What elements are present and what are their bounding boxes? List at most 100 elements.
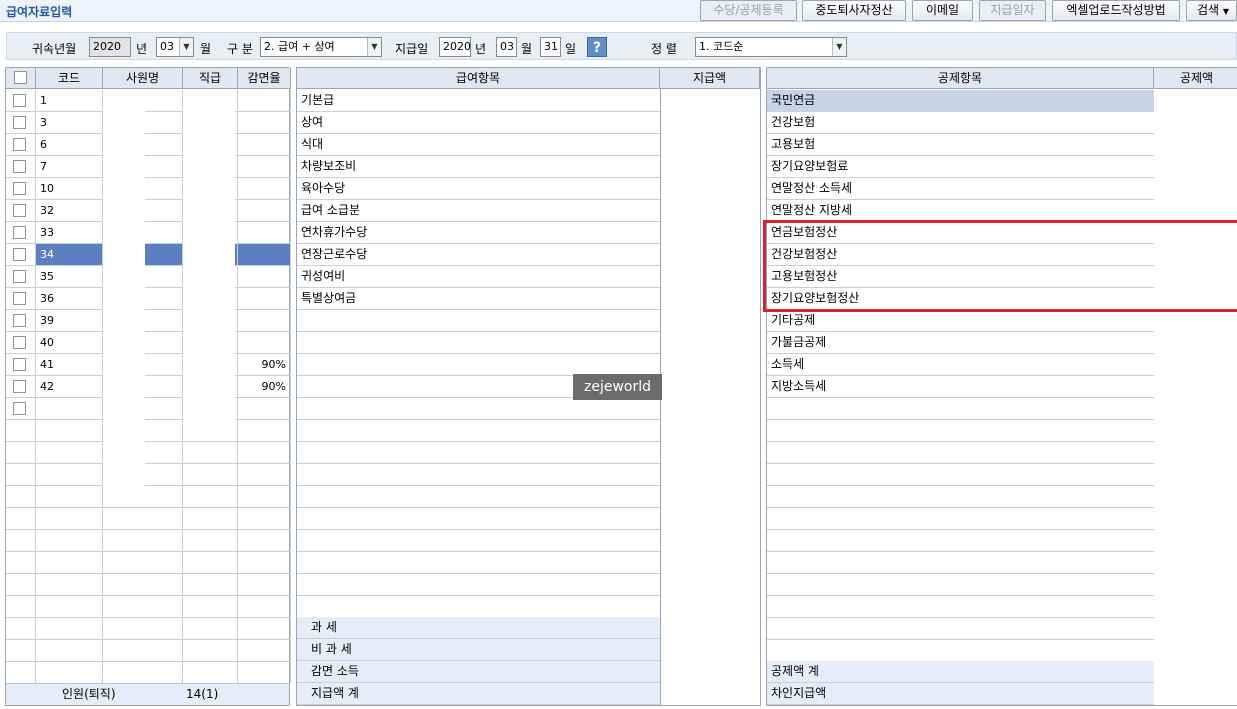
deduction-item[interactable]: 고용보험 xyxy=(767,134,1154,156)
pay-item[interactable]: 육아수당 xyxy=(297,178,660,200)
cell-rate[interactable] xyxy=(238,398,291,419)
row-checkbox-cell[interactable] xyxy=(6,156,36,177)
row-checkbox-cell[interactable] xyxy=(6,112,36,133)
employee-row[interactable]: 3 xyxy=(6,112,291,134)
cell-code[interactable]: 35 xyxy=(36,266,103,287)
row-checkbox-cell[interactable] xyxy=(6,398,36,419)
row-checkbox-cell[interactable] xyxy=(6,222,36,243)
row-checkbox[interactable] xyxy=(13,94,26,107)
cell-code[interactable]: 7 xyxy=(36,156,103,177)
row-checkbox[interactable] xyxy=(13,182,26,195)
cell-rate[interactable] xyxy=(238,90,291,111)
cell-code[interactable]: 40 xyxy=(36,332,103,353)
cell-rate[interactable] xyxy=(238,266,291,287)
cell-rate[interactable] xyxy=(238,156,291,177)
cell-code[interactable]: 6 xyxy=(36,134,103,155)
row-checkbox-cell[interactable] xyxy=(6,354,36,375)
sort-select[interactable]: 1. 코드순 ▼ xyxy=(695,37,847,57)
email-button[interactable]: 이메일 xyxy=(912,0,973,21)
header-pay-amount[interactable]: 지급액 xyxy=(660,68,760,89)
row-checkbox-cell[interactable] xyxy=(6,134,36,155)
help-icon[interactable]: ? xyxy=(587,37,607,57)
cell-rate[interactable] xyxy=(238,332,291,353)
row-checkbox[interactable] xyxy=(13,358,26,371)
row-checkbox[interactable] xyxy=(13,248,26,261)
pay-month-field[interactable]: 03 xyxy=(496,37,517,57)
pay-date-button[interactable]: 지급일자 xyxy=(979,0,1046,21)
employee-row[interactable]: 32 xyxy=(6,200,291,222)
employee-row[interactable]: 40 xyxy=(6,332,291,354)
deduction-item[interactable]: 건강보험 xyxy=(767,112,1154,134)
employee-row[interactable]: 1 xyxy=(6,90,291,112)
row-checkbox[interactable] xyxy=(13,402,26,415)
pay-item[interactable]: 연장근로수당 xyxy=(297,244,660,266)
cell-rate[interactable] xyxy=(238,178,291,199)
employee-row[interactable]: 10 xyxy=(6,178,291,200)
deduction-item[interactable]: 소득세 xyxy=(767,354,1154,376)
cell-code[interactable]: 3 xyxy=(36,112,103,133)
employee-row[interactable]: 34(중도퇴 xyxy=(6,244,291,266)
cell-rate[interactable] xyxy=(238,310,291,331)
cell-code[interactable]: 39 xyxy=(36,310,103,331)
cell-code[interactable]: 42 xyxy=(36,376,103,397)
pay-item[interactable]: 식대 xyxy=(297,134,660,156)
year-field[interactable]: 2020 xyxy=(89,37,131,57)
cell-rate[interactable] xyxy=(238,244,291,265)
cell-code[interactable]: 36 xyxy=(36,288,103,309)
pay-item[interactable]: 급여 소급분 xyxy=(297,200,660,222)
employee-row[interactable]: 33 xyxy=(6,222,291,244)
employee-row[interactable]: 35 xyxy=(6,266,291,288)
row-checkbox-cell[interactable] xyxy=(6,200,36,221)
cell-rate[interactable] xyxy=(238,288,291,309)
header-deduction-item[interactable]: 공제항목 xyxy=(767,68,1154,89)
row-checkbox[interactable] xyxy=(13,204,26,217)
employee-row[interactable]: 36 xyxy=(6,288,291,310)
select-all-checkbox[interactable] xyxy=(14,71,27,84)
row-checkbox[interactable] xyxy=(13,138,26,151)
deduction-item[interactable]: 연말정산 지방세 xyxy=(767,200,1154,222)
employee-row[interactable]: 41 90% xyxy=(6,354,291,376)
cell-code[interactable]: 1 xyxy=(36,90,103,111)
header-code[interactable]: 코드 xyxy=(36,68,103,89)
cell-code[interactable]: 33 xyxy=(36,222,103,243)
pay-item[interactable]: 상여 xyxy=(297,112,660,134)
deduction-item[interactable]: 기타공제 xyxy=(767,310,1154,332)
pay-item[interactable]: 연차휴가수당 xyxy=(297,222,660,244)
cell-code[interactable]: 34 xyxy=(36,244,103,265)
row-checkbox-cell[interactable] xyxy=(6,244,36,265)
header-name[interactable]: 사원명 xyxy=(103,68,183,89)
row-checkbox[interactable] xyxy=(13,270,26,283)
pay-item[interactable]: 차량보조비 xyxy=(297,156,660,178)
row-checkbox[interactable] xyxy=(13,380,26,393)
cell-rate[interactable] xyxy=(238,200,291,221)
employee-row[interactable]: 42 90% xyxy=(6,376,291,398)
row-checkbox-cell[interactable] xyxy=(6,288,36,309)
employee-row[interactable] xyxy=(6,398,291,420)
deduction-item[interactable]: 가불금공제 xyxy=(767,332,1154,354)
type-select[interactable]: 2. 급여 + 상여 ▼ xyxy=(260,37,382,57)
deduction-item[interactable]: 지방소득세 xyxy=(767,376,1154,398)
cell-rate[interactable] xyxy=(238,134,291,155)
row-checkbox-cell[interactable] xyxy=(6,90,36,111)
header-rate[interactable]: 감면율 xyxy=(238,68,291,89)
pay-item[interactable]: 귀성여비 xyxy=(297,266,660,288)
deduction-item[interactable]: 연말정산 소득세 xyxy=(767,178,1154,200)
pay-item[interactable]: 특별상여금 xyxy=(297,288,660,310)
row-checkbox-cell[interactable] xyxy=(6,310,36,331)
deduction-item[interactable]: 국민연금 xyxy=(767,90,1154,112)
row-checkbox[interactable] xyxy=(13,292,26,305)
header-rank[interactable]: 직급 xyxy=(183,68,238,89)
mid-year-retiree-settlement-button[interactable]: 중도퇴사자정산 xyxy=(802,0,906,21)
cell-code[interactable]: 41 xyxy=(36,354,103,375)
row-checkbox[interactable] xyxy=(13,116,26,129)
employee-row[interactable]: 7 xyxy=(6,156,291,178)
employee-row[interactable]: 39 xyxy=(6,310,291,332)
search-button[interactable]: 검색 ▼ xyxy=(1186,0,1237,21)
pay-day-field[interactable]: 31 xyxy=(540,37,561,57)
excel-upload-guide-button[interactable]: 엑셀업로드작성방법 xyxy=(1052,0,1180,21)
employee-row[interactable]: 6 xyxy=(6,134,291,156)
row-checkbox[interactable] xyxy=(13,314,26,327)
deduction-item[interactable]: 장기요양보험료 xyxy=(767,156,1154,178)
row-checkbox-cell[interactable] xyxy=(6,376,36,397)
header-pay-item[interactable]: 급여항목 xyxy=(297,68,660,89)
